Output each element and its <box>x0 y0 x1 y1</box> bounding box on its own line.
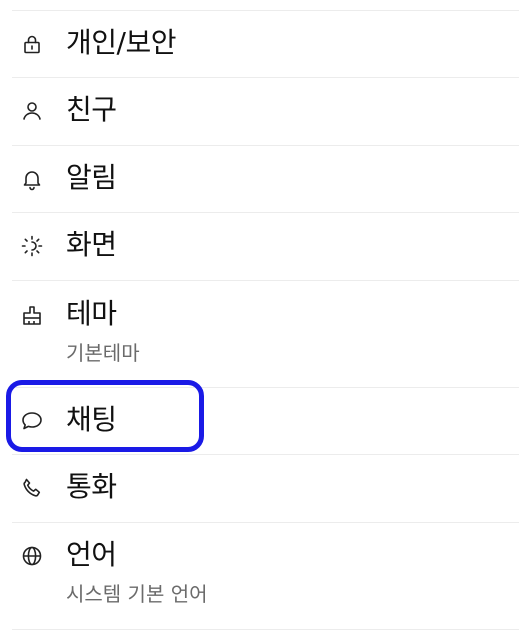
phone-icon <box>20 476 44 500</box>
person-icon <box>20 99 44 123</box>
settings-item-language[interactable]: 언어 시스템 기본 언어 <box>0 522 519 629</box>
bell-icon <box>20 167 44 191</box>
settings-item-label: 알림 <box>66 161 117 194</box>
settings-item-notifications[interactable]: 알림 <box>0 145 519 212</box>
settings-item-label: 통화 <box>66 470 117 503</box>
settings-item-label: 언어 <box>66 538 117 571</box>
settings-item-sublabel: 기본테마 <box>66 341 140 365</box>
settings-item-label: 개인/보안 <box>66 26 176 59</box>
settings-item-theme[interactable]: 테마 기본테마 <box>0 280 519 387</box>
paint-brush-icon <box>20 304 44 328</box>
brightness-icon <box>20 234 44 258</box>
lock-icon <box>20 32 44 56</box>
settings-item-sublabel: 시스템 기본 언어 <box>66 582 208 606</box>
settings-item-label: 화면 <box>66 228 117 261</box>
settings-item-display[interactable]: 화면 <box>0 212 519 280</box>
settings-item-label: 테마 <box>66 297 117 330</box>
chat-highlight-box <box>6 380 204 452</box>
settings-item-friends[interactable]: 친구 <box>0 77 519 145</box>
settings-item-label: 친구 <box>66 93 117 126</box>
settings-item-call[interactable]: 통화 <box>0 454 519 522</box>
globe-icon <box>20 544 44 568</box>
divider <box>12 629 519 630</box>
settings-item-privacy[interactable]: 개인/보안 <box>0 10 519 77</box>
